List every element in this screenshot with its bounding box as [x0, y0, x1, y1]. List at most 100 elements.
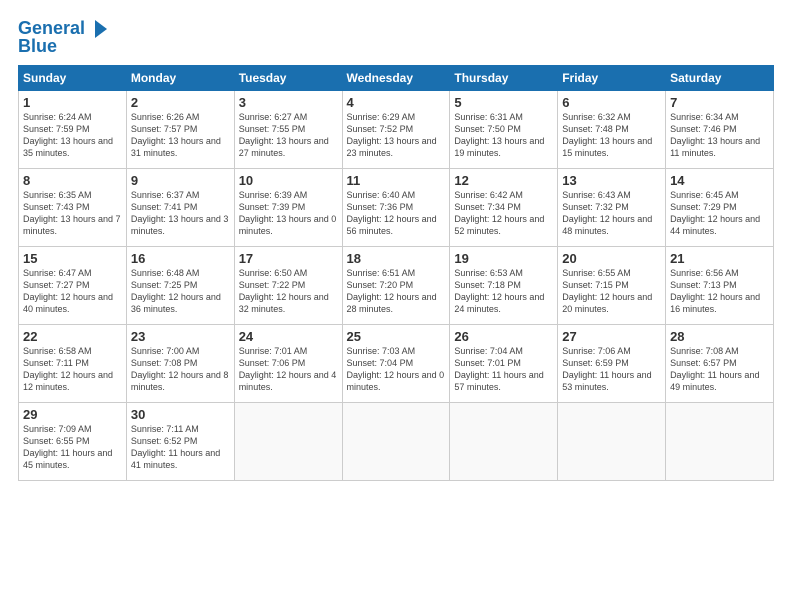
day-number: 5	[454, 95, 553, 110]
day-number: 24	[239, 329, 338, 344]
day-number: 27	[562, 329, 661, 344]
calendar-cell: 11Sunrise: 6:40 AMSunset: 7:36 PMDayligh…	[342, 169, 450, 247]
day-number: 13	[562, 173, 661, 188]
logo-icon	[87, 18, 109, 40]
day-info: Sunrise: 6:56 AMSunset: 7:13 PMDaylight:…	[670, 267, 769, 316]
calendar-cell	[342, 403, 450, 481]
calendar-cell: 24Sunrise: 7:01 AMSunset: 7:06 PMDayligh…	[234, 325, 342, 403]
weekday-header: Tuesday	[234, 66, 342, 91]
page: General Blue SundayMondayTuesdayWednesda…	[0, 0, 792, 612]
calendar-week-row: 22Sunrise: 6:58 AMSunset: 7:11 PMDayligh…	[19, 325, 774, 403]
calendar-cell: 23Sunrise: 7:00 AMSunset: 7:08 PMDayligh…	[126, 325, 234, 403]
day-number: 15	[23, 251, 122, 266]
calendar-week-row: 8Sunrise: 6:35 AMSunset: 7:43 PMDaylight…	[19, 169, 774, 247]
day-info: Sunrise: 7:11 AMSunset: 6:52 PMDaylight:…	[131, 423, 230, 472]
day-number: 17	[239, 251, 338, 266]
day-info: Sunrise: 6:32 AMSunset: 7:48 PMDaylight:…	[562, 111, 661, 160]
calendar-cell	[558, 403, 666, 481]
weekday-header: Friday	[558, 66, 666, 91]
day-info: Sunrise: 6:26 AMSunset: 7:57 PMDaylight:…	[131, 111, 230, 160]
weekday-header: Sunday	[19, 66, 127, 91]
day-number: 2	[131, 95, 230, 110]
day-number: 19	[454, 251, 553, 266]
day-info: Sunrise: 6:27 AMSunset: 7:55 PMDaylight:…	[239, 111, 338, 160]
calendar-cell: 17Sunrise: 6:50 AMSunset: 7:22 PMDayligh…	[234, 247, 342, 325]
day-number: 12	[454, 173, 553, 188]
calendar-cell: 6Sunrise: 6:32 AMSunset: 7:48 PMDaylight…	[558, 91, 666, 169]
calendar-week-row: 29Sunrise: 7:09 AMSunset: 6:55 PMDayligh…	[19, 403, 774, 481]
day-number: 3	[239, 95, 338, 110]
day-number: 21	[670, 251, 769, 266]
day-info: Sunrise: 6:58 AMSunset: 7:11 PMDaylight:…	[23, 345, 122, 394]
header: General Blue	[18, 18, 774, 57]
day-number: 4	[347, 95, 446, 110]
calendar-cell: 13Sunrise: 6:43 AMSunset: 7:32 PMDayligh…	[558, 169, 666, 247]
weekday-header: Saturday	[666, 66, 774, 91]
day-info: Sunrise: 7:06 AMSunset: 6:59 PMDaylight:…	[562, 345, 661, 394]
day-info: Sunrise: 6:43 AMSunset: 7:32 PMDaylight:…	[562, 189, 661, 238]
day-number: 23	[131, 329, 230, 344]
day-info: Sunrise: 6:50 AMSunset: 7:22 PMDaylight:…	[239, 267, 338, 316]
day-number: 18	[347, 251, 446, 266]
day-info: Sunrise: 6:39 AMSunset: 7:39 PMDaylight:…	[239, 189, 338, 238]
calendar-cell: 10Sunrise: 6:39 AMSunset: 7:39 PMDayligh…	[234, 169, 342, 247]
day-number: 10	[239, 173, 338, 188]
calendar-cell: 28Sunrise: 7:08 AMSunset: 6:57 PMDayligh…	[666, 325, 774, 403]
calendar-cell	[234, 403, 342, 481]
weekday-header: Monday	[126, 66, 234, 91]
calendar-cell: 3Sunrise: 6:27 AMSunset: 7:55 PMDaylight…	[234, 91, 342, 169]
calendar-cell: 25Sunrise: 7:03 AMSunset: 7:04 PMDayligh…	[342, 325, 450, 403]
calendar-cell: 27Sunrise: 7:06 AMSunset: 6:59 PMDayligh…	[558, 325, 666, 403]
logo: General Blue	[18, 18, 109, 57]
day-number: 16	[131, 251, 230, 266]
calendar-cell: 18Sunrise: 6:51 AMSunset: 7:20 PMDayligh…	[342, 247, 450, 325]
day-number: 9	[131, 173, 230, 188]
calendar-cell: 12Sunrise: 6:42 AMSunset: 7:34 PMDayligh…	[450, 169, 558, 247]
day-number: 8	[23, 173, 122, 188]
calendar-week-row: 1Sunrise: 6:24 AMSunset: 7:59 PMDaylight…	[19, 91, 774, 169]
calendar-cell	[450, 403, 558, 481]
day-number: 30	[131, 407, 230, 422]
calendar-cell: 8Sunrise: 6:35 AMSunset: 7:43 PMDaylight…	[19, 169, 127, 247]
calendar-cell: 5Sunrise: 6:31 AMSunset: 7:50 PMDaylight…	[450, 91, 558, 169]
day-number: 26	[454, 329, 553, 344]
day-number: 29	[23, 407, 122, 422]
logo-blue: Blue	[18, 36, 57, 57]
day-info: Sunrise: 6:47 AMSunset: 7:27 PMDaylight:…	[23, 267, 122, 316]
calendar-table: SundayMondayTuesdayWednesdayThursdayFrid…	[18, 65, 774, 481]
calendar-cell: 30Sunrise: 7:11 AMSunset: 6:52 PMDayligh…	[126, 403, 234, 481]
day-info: Sunrise: 6:48 AMSunset: 7:25 PMDaylight:…	[131, 267, 230, 316]
calendar-cell: 20Sunrise: 6:55 AMSunset: 7:15 PMDayligh…	[558, 247, 666, 325]
day-info: Sunrise: 6:31 AMSunset: 7:50 PMDaylight:…	[454, 111, 553, 160]
day-number: 28	[670, 329, 769, 344]
weekday-header: Thursday	[450, 66, 558, 91]
day-info: Sunrise: 6:24 AMSunset: 7:59 PMDaylight:…	[23, 111, 122, 160]
day-number: 6	[562, 95, 661, 110]
day-info: Sunrise: 6:35 AMSunset: 7:43 PMDaylight:…	[23, 189, 122, 238]
calendar-cell: 15Sunrise: 6:47 AMSunset: 7:27 PMDayligh…	[19, 247, 127, 325]
calendar-cell: 19Sunrise: 6:53 AMSunset: 7:18 PMDayligh…	[450, 247, 558, 325]
calendar-cell: 2Sunrise: 6:26 AMSunset: 7:57 PMDaylight…	[126, 91, 234, 169]
day-info: Sunrise: 7:00 AMSunset: 7:08 PMDaylight:…	[131, 345, 230, 394]
calendar-cell: 29Sunrise: 7:09 AMSunset: 6:55 PMDayligh…	[19, 403, 127, 481]
day-info: Sunrise: 7:09 AMSunset: 6:55 PMDaylight:…	[23, 423, 122, 472]
calendar-cell: 26Sunrise: 7:04 AMSunset: 7:01 PMDayligh…	[450, 325, 558, 403]
day-info: Sunrise: 6:53 AMSunset: 7:18 PMDaylight:…	[454, 267, 553, 316]
calendar-cell: 21Sunrise: 6:56 AMSunset: 7:13 PMDayligh…	[666, 247, 774, 325]
day-number: 7	[670, 95, 769, 110]
calendar-cell: 14Sunrise: 6:45 AMSunset: 7:29 PMDayligh…	[666, 169, 774, 247]
day-info: Sunrise: 7:08 AMSunset: 6:57 PMDaylight:…	[670, 345, 769, 394]
calendar-cell: 7Sunrise: 6:34 AMSunset: 7:46 PMDaylight…	[666, 91, 774, 169]
day-info: Sunrise: 6:40 AMSunset: 7:36 PMDaylight:…	[347, 189, 446, 238]
weekday-header: Wednesday	[342, 66, 450, 91]
day-number: 25	[347, 329, 446, 344]
day-number: 20	[562, 251, 661, 266]
calendar-cell: 1Sunrise: 6:24 AMSunset: 7:59 PMDaylight…	[19, 91, 127, 169]
day-info: Sunrise: 7:01 AMSunset: 7:06 PMDaylight:…	[239, 345, 338, 394]
day-info: Sunrise: 7:04 AMSunset: 7:01 PMDaylight:…	[454, 345, 553, 394]
day-number: 22	[23, 329, 122, 344]
day-info: Sunrise: 6:42 AMSunset: 7:34 PMDaylight:…	[454, 189, 553, 238]
day-number: 1	[23, 95, 122, 110]
day-info: Sunrise: 6:45 AMSunset: 7:29 PMDaylight:…	[670, 189, 769, 238]
day-info: Sunrise: 7:03 AMSunset: 7:04 PMDaylight:…	[347, 345, 446, 394]
